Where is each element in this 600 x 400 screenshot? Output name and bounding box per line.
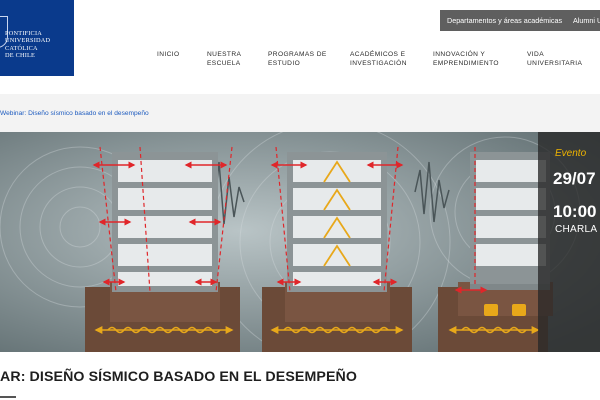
logo-line: CATÓLICA — [5, 44, 38, 52]
alumni-link[interactable]: Alumni UC — [573, 10, 600, 31]
nav-item-label: PROGRAMAS DE — [268, 51, 327, 58]
top-utility-bar: Departamentos y áreas académicas Alumni … — [440, 10, 600, 31]
nav-item-label: ESTUDIO — [268, 59, 301, 67]
nav-item-label: VIDA — [527, 51, 544, 58]
nav-item-innovacion[interactable]: INNOVACIÓN Y EMPRENDIMIENTO — [433, 51, 499, 68]
nav-item-label: NUESTRA — [207, 51, 242, 58]
logo-line: PONTIFICIA — [5, 30, 42, 37]
logo-line: DE CHILE — [5, 52, 36, 60]
logo-line: UNIVERSIDAD — [5, 37, 51, 45]
hero-banner — [0, 132, 600, 352]
nav-item-label: INVESTIGACIÓN — [350, 59, 407, 67]
breadcrumb[interactable]: Webinar: Diseño sísmico basado en el des… — [0, 110, 149, 117]
event-time: 10:00 — [553, 202, 597, 221]
nav-item-label: UNIVERSITARIA — [527, 59, 583, 67]
nav-item-label: ESCUELA — [207, 59, 241, 67]
event-label: Evento — [555, 148, 587, 159]
logo-wordmark: PONTIFICIA UNIVERSIDAD CATÓLICA DE CHILE — [5, 30, 71, 60]
nav-item-label: INICIO — [157, 51, 180, 58]
nav-item-label: INNOVACIÓN Y — [433, 51, 486, 58]
page-title: AR: DISEÑO SÍSMICO BASADO EN EL DESEMPEÑ… — [0, 369, 357, 385]
nav-item-vida-universitaria[interactable]: VIDA UNIVERSITARIA — [527, 51, 582, 68]
event-date: 29/07 — [553, 169, 596, 188]
nav-item-label: EMPRENDIMIENTO — [433, 59, 499, 67]
nav-item-nuestra-escuela[interactable]: NUESTRA ESCUELA — [207, 51, 241, 68]
event-type: CHARLA — [555, 224, 598, 235]
nav-item-programas[interactable]: PROGRAMAS DE ESTUDIO — [268, 51, 327, 68]
nav-item-label: ACADÉMICOS E — [350, 51, 406, 58]
university-logo[interactable]: PONTIFICIA UNIVERSIDAD CATÓLICA DE CHILE — [0, 0, 74, 76]
nav-item-inicio[interactable]: INICIO — [157, 51, 180, 60]
departments-link[interactable]: Departamentos y áreas académicas — [447, 10, 562, 31]
event-info-panel: Evento 29/07 10:00 CHARLA — [538, 132, 600, 352]
seismic-illustration — [0, 132, 600, 352]
title-underline — [0, 396, 16, 398]
nav-item-academicos[interactable]: ACADÉMICOS E INVESTIGACIÓN — [350, 51, 407, 68]
